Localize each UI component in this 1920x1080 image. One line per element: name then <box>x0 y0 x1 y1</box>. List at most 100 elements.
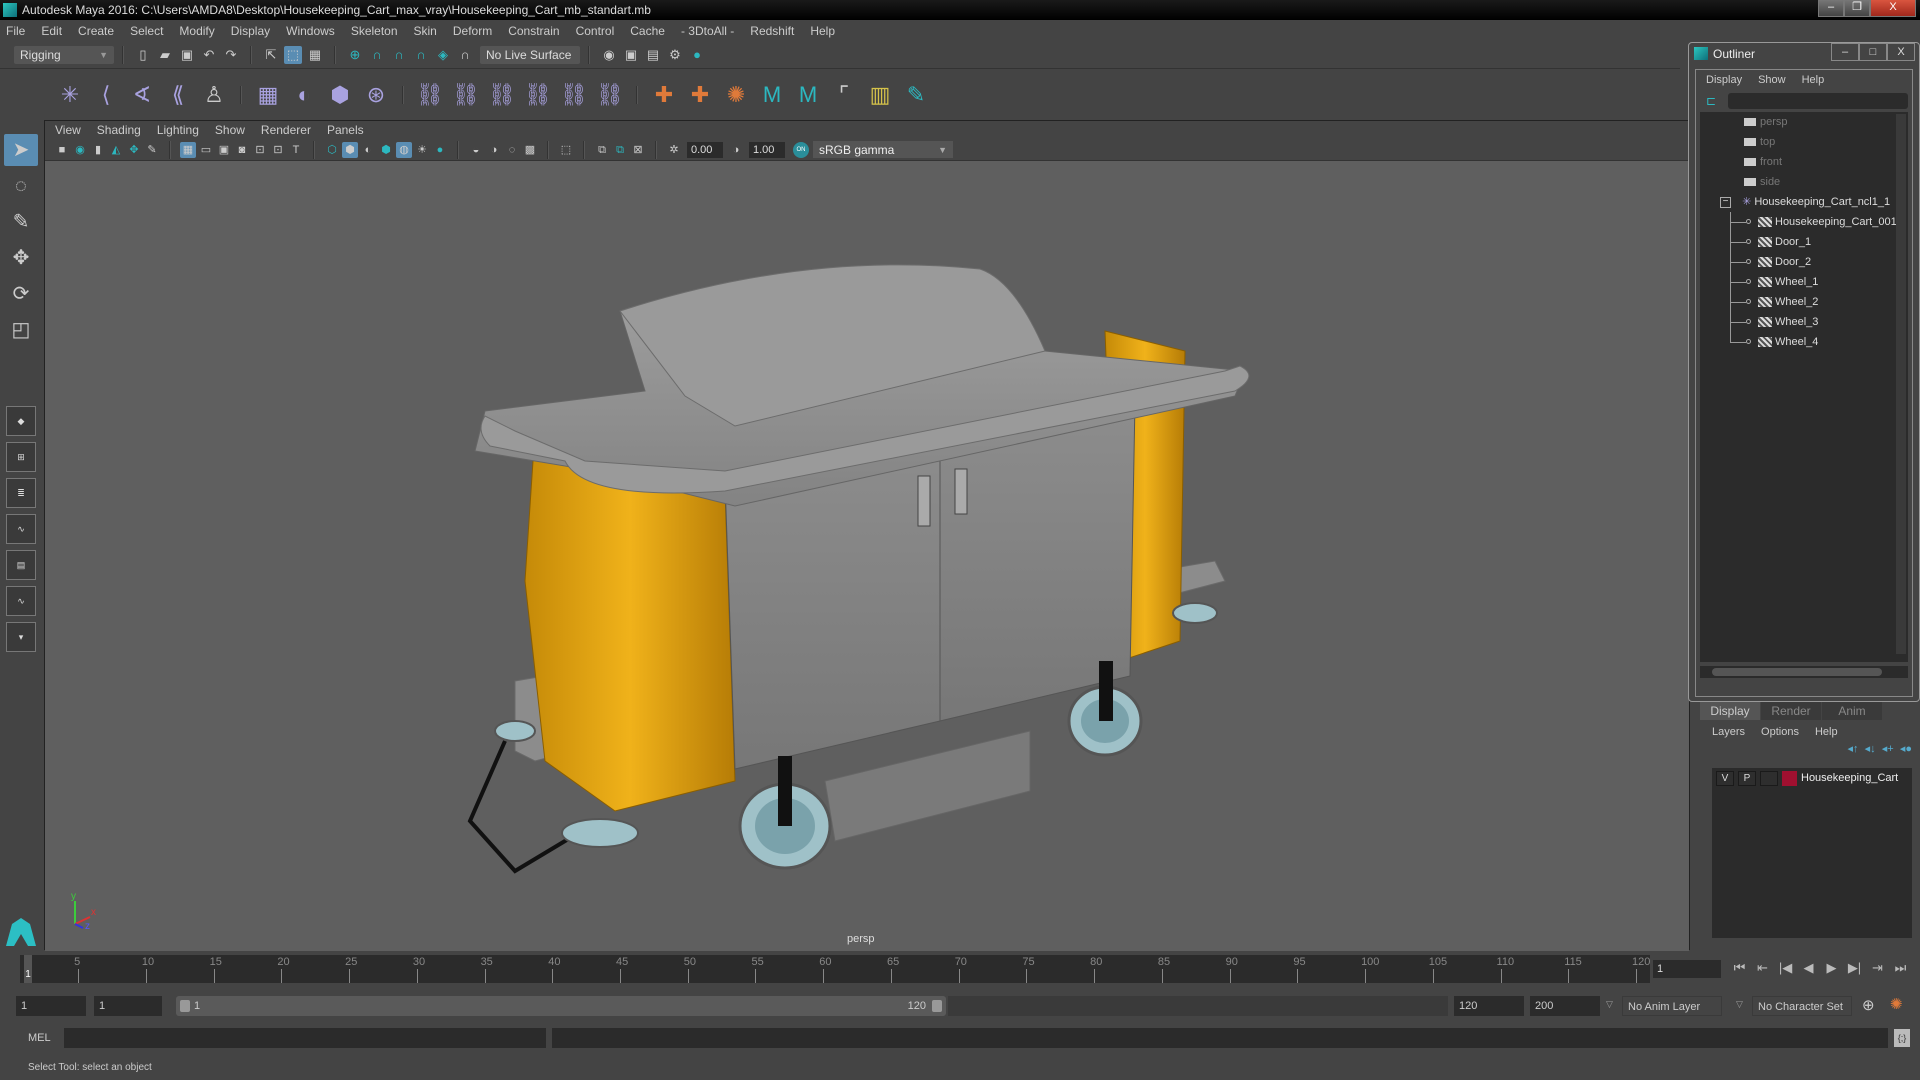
menu-control[interactable]: Control <box>576 24 615 38</box>
screen-space-ao-icon[interactable]: ◒ <box>468 142 484 158</box>
menu-edit[interactable]: Edit <box>41 24 62 38</box>
character-set-chevron-icon[interactable]: ▽ <box>1736 999 1743 1010</box>
layout-menu-icon[interactable]: ▾ <box>6 622 36 652</box>
insert-joint-icon[interactable]: ⟪ <box>162 79 194 111</box>
panel-menu-view[interactable]: View <box>55 123 81 137</box>
character-set-dropdown[interactable]: No Character Set <box>1752 996 1852 1016</box>
panel-menu-lighting[interactable]: Lighting <box>157 123 199 137</box>
outliner-menu-help[interactable]: Help <box>1802 74 1825 86</box>
menu-skeleton[interactable]: Skeleton <box>351 24 398 38</box>
snap-point-icon[interactable]: ∩ <box>390 46 408 64</box>
playback-toggle[interactable]: P <box>1738 770 1756 786</box>
aim-constraint-icon[interactable]: ⛓ <box>558 79 590 111</box>
layers-menu-layers[interactable]: Layers <box>1712 726 1745 738</box>
wireframe-on-shaded-icon[interactable]: ⬢ <box>378 142 394 158</box>
panel-menu-show[interactable]: Show <box>215 123 245 137</box>
move-tool-icon[interactable]: ✥ <box>4 242 38 274</box>
empty-slot-icon[interactable]: ⌜ <box>828 79 860 111</box>
smooth-bind-icon[interactable]: ▦ <box>252 79 284 111</box>
tab-anim[interactable]: Anim <box>1822 702 1882 720</box>
motion-blur-icon[interactable]: ◑ <box>486 142 502 158</box>
single-pane-layout-icon[interactable]: ◆ <box>6 406 36 436</box>
step-back-frame-icon[interactable]: |◀ <box>1774 960 1797 976</box>
outliner-restore-button[interactable]: □ <box>1859 43 1887 61</box>
color-management-toggle[interactable]: ON <box>793 141 809 158</box>
persp-graph-layout-icon[interactable]: ∿ <box>6 514 36 544</box>
render-view-icon[interactable]: ◉ <box>600 46 618 64</box>
snap-grid-icon[interactable]: ⊕ <box>346 46 364 64</box>
xray-active-icon[interactable]: ⧉ <box>612 142 628 158</box>
undo-icon[interactable]: ↶ <box>200 46 218 64</box>
rigid-bind-icon[interactable]: ◐ <box>288 79 320 111</box>
menu-help[interactable]: Help <box>810 24 835 38</box>
anim-layer-dropdown[interactable]: No Anim Layer <box>1622 996 1722 1016</box>
point-constraint-icon[interactable]: ⛓ <box>450 79 482 111</box>
playback-start-field[interactable]: 1 <box>94 996 162 1016</box>
persp-graph-hypershade-icon[interactable]: ∿ <box>6 586 36 616</box>
resolution-gate-icon[interactable]: ▣ <box>216 142 232 158</box>
four-pane-layout-icon[interactable]: ⊞ <box>6 442 36 472</box>
tree-item-child[interactable]: Wheel_2 <box>1700 292 1908 312</box>
lattice-icon[interactable]: ⬢ <box>324 79 356 111</box>
select-tool-icon[interactable]: ➤ <box>4 134 38 166</box>
character-icon[interactable]: ✺ <box>720 79 752 111</box>
paint-select-icon[interactable]: ✎ <box>4 206 38 238</box>
menu-select[interactable]: Select <box>130 24 163 38</box>
exposure-field[interactable]: 0.00 <box>687 141 723 158</box>
command-language-label[interactable]: MEL <box>28 1032 51 1044</box>
ipr-render-icon[interactable]: ▤ <box>644 46 662 64</box>
tree-item-child[interactable]: Wheel_4 <box>1700 332 1908 352</box>
lasso-tool-icon[interactable]: ◌ <box>4 170 38 202</box>
menu-create[interactable]: Create <box>78 24 114 38</box>
maya-m-icon[interactable]: M <box>756 79 788 111</box>
render-settings-icon[interactable]: ⚙ <box>666 46 684 64</box>
scale-tool-icon[interactable]: ◰ <box>4 314 38 346</box>
layer-color-swatch[interactable] <box>1782 770 1797 786</box>
wireframe-icon[interactable]: ⬡ <box>324 142 340 158</box>
auto-key-icon[interactable]: ⊕ <box>1862 996 1875 1014</box>
hypershade-persp-layout-icon[interactable]: ▤ <box>6 550 36 580</box>
humanik-icon[interactable]: ♙ <box>198 79 230 111</box>
anim-layer-chevron-icon[interactable]: ▽ <box>1606 999 1613 1010</box>
pole-vector-icon[interactable]: ⛓ <box>594 79 626 111</box>
anim-preferences-icon[interactable]: ✺ <box>1890 995 1903 1013</box>
move-layer-down-icon[interactable]: ◂↓ <box>1865 743 1876 755</box>
panel-menu-panels[interactable]: Panels <box>327 123 364 137</box>
scale-constraint-icon[interactable]: ⛓ <box>522 79 554 111</box>
xray-joints-icon[interactable]: ⊠ <box>630 142 646 158</box>
new-layer-icon[interactable]: ◂+ <box>1882 743 1894 755</box>
collapse-toggle[interactable]: − <box>1720 196 1731 208</box>
filter-toggle-icon[interactable]: ⊏ <box>1704 92 1718 110</box>
play-forward-icon[interactable]: ▶ <box>1820 960 1843 976</box>
camera-attributes-icon[interactable]: ◉ <box>72 142 88 158</box>
layers-icon[interactable]: ▥ <box>864 79 896 111</box>
3d-scene-view[interactable]: persp y x z <box>45 161 1689 951</box>
select-component-icon[interactable]: ▦ <box>306 46 324 64</box>
display-type-toggle[interactable] <box>1760 770 1778 786</box>
menu-modify[interactable]: Modify <box>179 24 214 38</box>
locator-icon[interactable]: ✚ <box>648 79 680 111</box>
script-editor-icon[interactable]: {;} <box>1894 1029 1910 1047</box>
range-bar[interactable]: 1 120 <box>176 996 946 1016</box>
panel-menu-renderer[interactable]: Renderer <box>261 123 311 137</box>
outliner-close-button[interactable]: X <box>1887 43 1915 61</box>
grease-pencil-icon[interactable]: ✎ <box>144 142 160 158</box>
redo-icon[interactable]: ↷ <box>222 46 240 64</box>
tree-item-top[interactable]: top <box>1700 132 1908 152</box>
multisample-aa-icon[interactable]: ◌ <box>504 142 520 158</box>
tree-item-group[interactable]: − ✳ Housekeeping_Cart_ncl1_1 <box>1700 192 1908 212</box>
camera-select-icon[interactable]: ■ <box>54 142 70 158</box>
minimize-button[interactable]: – <box>1818 0 1844 17</box>
cluster-icon[interactable]: ⊛ <box>360 79 392 111</box>
snap-view-plane-icon[interactable]: ∩ <box>412 46 430 64</box>
joint-tool-icon[interactable]: ✳ <box>54 79 86 111</box>
orient-constraint-icon[interactable]: ⛓ <box>486 79 518 111</box>
save-scene-icon[interactable]: ▣ <box>178 46 196 64</box>
tree-item-front[interactable]: front <box>1700 152 1908 172</box>
textured-icon[interactable]: ◍ <box>396 141 412 158</box>
gate-mask-icon[interactable]: ◙ <box>234 142 250 158</box>
select-hierarchy-icon[interactable]: ⇱ <box>262 46 280 64</box>
tree-item-child[interactable]: Housekeeping_Cart_001 <box>1700 212 1908 232</box>
range-start-handle[interactable] <box>180 1000 190 1012</box>
menu-redshift[interactable]: Redshift <box>750 24 794 38</box>
